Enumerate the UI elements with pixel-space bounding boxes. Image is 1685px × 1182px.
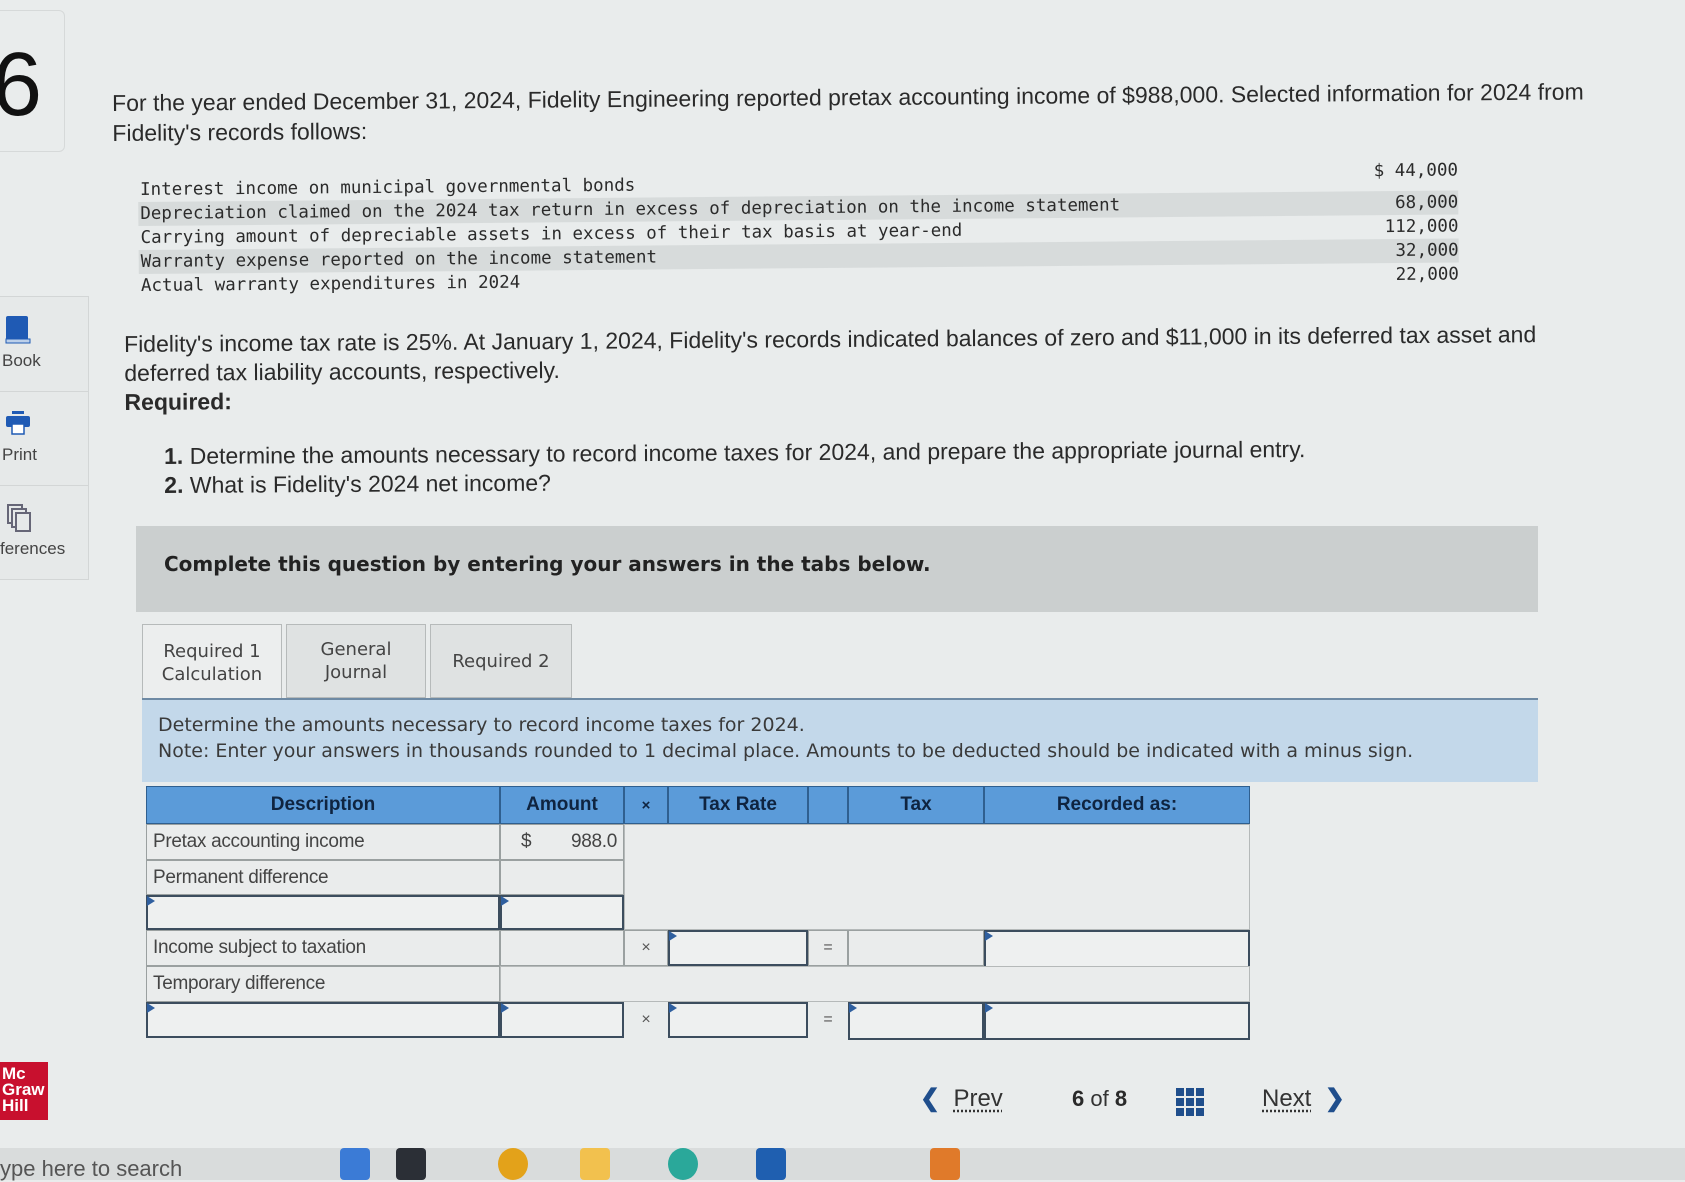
tax-current [848, 930, 984, 966]
chevron-left-icon: ❮ [920, 1085, 941, 1112]
recorded-as-dropdown-deferred[interactable] [984, 1002, 1250, 1040]
tax-rate-text: Fidelity's income tax rate is 25%. At Ja… [124, 321, 1537, 386]
record-value: 68,000 [1394, 192, 1459, 214]
row-label-pretax: Pretax accounting income [146, 824, 500, 860]
amount-income-subject [500, 930, 624, 966]
requirement-number: 2. [164, 471, 184, 498]
logo-line: Hill [2, 1096, 29, 1115]
tab-label: Required 2 [452, 650, 550, 672]
tax-input-deferred[interactable] [848, 1002, 984, 1040]
problem-intro: For the year ended December 31, 2024, Fi… [112, 78, 1584, 146]
task-view-icon[interactable] [396, 1148, 426, 1180]
tax-rate-input-deferred[interactable] [668, 1002, 808, 1038]
header-times: × [624, 786, 668, 824]
tab-label: General [320, 639, 392, 660]
note-line: Note: Enter your answers in thousands ro… [158, 740, 1414, 762]
requirement-text: What is Fidelity's 2024 net income? [189, 469, 551, 498]
row-label-income-subject: Income subject to taxation [146, 930, 500, 966]
sidebar-item-print[interactable]: Print [0, 391, 88, 486]
header-description: Description [146, 786, 500, 824]
app-icon[interactable] [930, 1148, 960, 1180]
empty-region [624, 824, 1250, 930]
prev-button[interactable]: ❮ Prev [920, 1084, 1003, 1113]
next-label: Next [1262, 1085, 1312, 1112]
amount-permanent-difference [500, 860, 624, 895]
tab-required-1-calculation[interactable]: Required 1 Calculation [142, 624, 282, 700]
header-amount: Amount [500, 786, 624, 824]
tab-label: Calculation [161, 663, 263, 685]
question-number: 6 [0, 35, 43, 135]
tab-general-journal[interactable]: General Journal [286, 624, 426, 698]
references-icon [7, 504, 31, 532]
taskbar-search-input[interactable]: ype here to search [0, 1156, 182, 1182]
equals-operator: = [823, 1011, 833, 1028]
sidebar-item-references[interactable]: ferences [0, 485, 88, 579]
header-blank [808, 786, 848, 824]
instruction-banner: Complete this question by entering your … [136, 526, 1538, 612]
records-table: Interest income on municipal governmenta… [138, 160, 1459, 298]
book-icon [5, 316, 31, 344]
page-current: 6 [1072, 1086, 1085, 1111]
record-description: Actual warranty expenditures in 2024 [140, 272, 521, 296]
problem-paragraph: Fidelity's income tax rate is 25%. At Ja… [124, 320, 1625, 417]
record-value: 32,000 [1395, 240, 1459, 262]
chevron-right-icon: ❯ [1324, 1085, 1345, 1112]
instruction-note: Determine the amounts necessary to recor… [142, 698, 1538, 782]
mcgraw-hill-logo: Mc Graw Hill [0, 1062, 48, 1120]
page-of: of [1090, 1086, 1109, 1111]
amount-value: 988.0 [570, 831, 617, 852]
requirement-number: 1. [164, 442, 184, 469]
amount-pretax: $ 988.0 [500, 824, 624, 860]
next-button[interactable]: Next ❯ [1262, 1084, 1345, 1113]
tab-label: Journal [324, 662, 388, 683]
equals-operator: = [808, 930, 848, 966]
times-operator: × [641, 1011, 651, 1028]
sidebar-item-label: Print [2, 445, 37, 464]
prev-label: Prev [953, 1085, 1003, 1112]
sidebar-item-label: ferences [0, 539, 66, 558]
outlook-icon[interactable] [756, 1148, 786, 1180]
question-grid-icon[interactable] [1176, 1088, 1204, 1116]
os-taskbar [0, 1148, 1685, 1180]
amount-input-permanent[interactable] [500, 895, 624, 930]
requirement-text: Determine the amounts necessary to recor… [189, 436, 1306, 469]
tab-label: Required 1 [163, 640, 261, 662]
times-operator: × [624, 930, 668, 966]
record-value: 112,000 [1384, 216, 1459, 238]
description-dropdown-temporary[interactable] [146, 1002, 500, 1038]
amount-input-temporary[interactable] [500, 1002, 624, 1038]
note-line: Determine the amounts necessary to recor… [158, 714, 805, 736]
tax-rate-input-current[interactable] [668, 930, 808, 966]
requirements-list: 1. Determine the amounts necessary to re… [164, 434, 1464, 500]
amount-temporary-difference [500, 966, 1250, 1002]
description-dropdown-permanent[interactable] [146, 895, 500, 930]
row-label-permanent-difference: Permanent difference [146, 860, 500, 895]
sidebar-item-label: Book [2, 351, 41, 370]
row-label-temporary-difference: Temporary difference [146, 966, 500, 1002]
banner-text: Complete this question by entering your … [164, 552, 931, 576]
printer-icon [6, 411, 30, 435]
edge-icon[interactable] [668, 1148, 698, 1180]
currency-symbol: $ [521, 831, 532, 852]
header-tax-rate: Tax Rate [668, 786, 808, 824]
tab-required-2[interactable]: Required 2 [430, 624, 572, 698]
page-indicator: 6 of 8 [1072, 1086, 1127, 1112]
record-value: $ 44,000 [1373, 160, 1459, 182]
record-value: 22,000 [1395, 264, 1459, 286]
sidebar-item-book[interactable]: Book [0, 297, 88, 392]
header-tax: Tax [848, 786, 984, 824]
header-recorded-as: Recorded as: [984, 786, 1250, 824]
file-explorer-icon[interactable] [580, 1148, 610, 1180]
sidebar-tools: Book Print ferences [0, 296, 89, 580]
app-icon[interactable] [340, 1148, 370, 1180]
chrome-icon[interactable] [498, 1148, 528, 1180]
recorded-as-dropdown-current[interactable] [984, 930, 1250, 968]
page-total: 8 [1114, 1086, 1128, 1111]
